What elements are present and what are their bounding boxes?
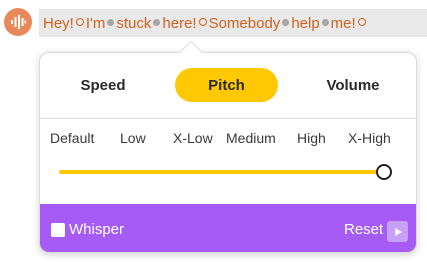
tab-volume[interactable]: Volume <box>310 68 396 102</box>
ssml-word[interactable]: me! <box>331 16 356 31</box>
level-x-high[interactable]: X-High <box>348 130 391 146</box>
pitch-slider-thumb[interactable] <box>376 164 392 180</box>
reset-button[interactable]: Reset <box>344 221 383 238</box>
pitch-slider-track[interactable] <box>59 170 386 174</box>
sound-wave-icon <box>11 15 26 29</box>
ssml-word[interactable]: stuck <box>116 16 151 31</box>
tab-pitch[interactable]: Pitch <box>175 68 278 102</box>
pitch-level-labels: Default Low X-Low Medium High X-High <box>40 130 416 148</box>
popover-footer: Whisper Reset <box>40 204 416 252</box>
divider <box>40 118 416 119</box>
ssml-text-line[interactable]: Hey! I'm stuck here! Somebody help me! <box>39 9 427 37</box>
ssml-word[interactable]: here! <box>162 16 196 31</box>
tab-speed[interactable]: Speed <box>60 68 146 102</box>
ssml-word[interactable]: help <box>291 16 319 31</box>
soft-break-marker[interactable] <box>282 18 290 26</box>
level-default[interactable]: Default <box>50 130 94 146</box>
level-x-low[interactable]: X-Low <box>173 130 213 146</box>
level-medium[interactable]: Medium <box>226 130 276 146</box>
whisper-checkbox[interactable] <box>51 223 65 237</box>
ssml-word[interactable]: Hey! <box>43 16 74 31</box>
strong-break-marker[interactable] <box>198 18 207 26</box>
play-button[interactable] <box>387 221 408 242</box>
soft-break-marker[interactable] <box>107 18 115 26</box>
voice-wave-icon[interactable] <box>4 8 32 36</box>
prosody-tabs: Speed Pitch Volume <box>40 68 416 102</box>
whisper-label[interactable]: Whisper <box>69 221 124 238</box>
ssml-word[interactable]: Somebody <box>209 16 281 31</box>
soft-break-marker[interactable] <box>153 18 161 26</box>
level-low[interactable]: Low <box>120 130 146 146</box>
strong-break-marker[interactable] <box>75 18 84 26</box>
ssml-word[interactable]: I'm <box>86 16 106 31</box>
level-high[interactable]: High <box>297 130 326 146</box>
soft-break-marker[interactable] <box>321 18 329 26</box>
strong-break-marker[interactable] <box>357 18 366 26</box>
play-icon <box>394 227 402 236</box>
prosody-popover: Speed Pitch Volume Default Low X-Low Med… <box>39 52 417 253</box>
